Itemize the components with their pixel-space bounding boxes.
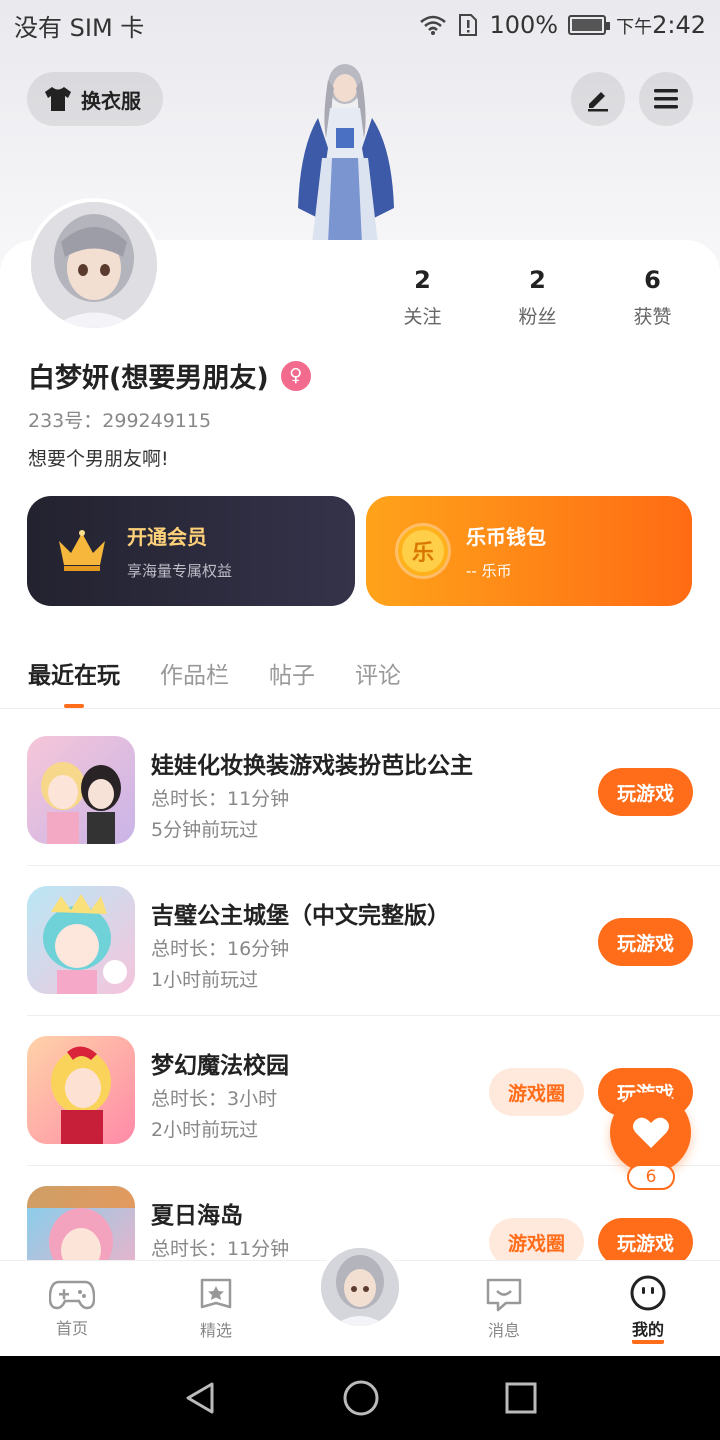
- vip-subtitle: 享海量专属权益: [127, 562, 233, 580]
- recents-square-icon[interactable]: [504, 1381, 538, 1415]
- game-title: 吉璧公主城堡（中文完整版）: [151, 903, 450, 929]
- pencil-icon: [588, 92, 608, 112]
- heart-icon: [632, 1117, 669, 1148]
- game-last-played: 2小时前玩过: [151, 1119, 259, 1141]
- stat-following-label: 关注: [403, 306, 442, 328]
- nav-avatar-image: [321, 1248, 399, 1326]
- game-duration: 总时长：11分钟: [151, 788, 290, 810]
- stat-followers-label: 粉丝: [518, 306, 557, 328]
- clock: 下午2:42: [616, 11, 706, 39]
- game-duration: 总时长：3小时: [151, 1088, 278, 1110]
- play-game-button[interactable]: 玩游戏: [598, 918, 693, 966]
- carrier-text: 没有 SIM 卡: [14, 13, 145, 42]
- wallet-title: 乐币钱包: [466, 525, 546, 549]
- change-outfit-label: 换衣服: [81, 88, 141, 113]
- stat-followers-count: 2: [529, 266, 546, 294]
- tab-divider: [0, 708, 720, 709]
- tab-works[interactable]: 作品栏: [160, 656, 229, 690]
- game-title: 娃娃化妆换装游戏装扮芭比公主: [151, 753, 473, 779]
- battery-percent: 100%: [489, 11, 559, 39]
- clock-time: 2:42: [652, 11, 706, 39]
- stat-following[interactable]: 2 关注: [365, 266, 480, 329]
- gamepad-icon: [49, 1280, 95, 1309]
- game-circle-button[interactable]: 游戏圈: [489, 1068, 584, 1116]
- game-thumbnail: [27, 1036, 135, 1144]
- female-icon: ♀: [280, 360, 311, 391]
- home-circle-icon[interactable]: [342, 1379, 380, 1417]
- list-item[interactable]: 吉璧公主城堡（中文完整版） 总时长：16分钟 1小时前玩过 玩游戏: [27, 866, 720, 1016]
- vip-text: 开通会员 享海量专属权益: [127, 521, 232, 581]
- profile-avatar[interactable]: [27, 198, 161, 332]
- change-outfit-button[interactable]: 换衣服: [27, 72, 163, 126]
- like-floating-button[interactable]: [610, 1092, 691, 1173]
- crown-icon: [59, 530, 105, 571]
- smiley-icon: [630, 1275, 666, 1310]
- tab-recent-played[interactable]: 最近在玩: [28, 656, 120, 690]
- character-figure[interactable]: [270, 58, 420, 244]
- game-duration: 总时长：16分钟: [151, 938, 290, 960]
- tab-comments[interactable]: 评论: [355, 656, 401, 690]
- avatar-image: [31, 202, 157, 328]
- wallet-text: 乐币钱包 -- 乐币: [466, 521, 546, 581]
- profile-name: 白梦妍(想要男朋友): [28, 363, 269, 394]
- vip-title: 开通会员: [127, 525, 207, 549]
- game-thumbnail: [27, 886, 135, 994]
- screen: 没有 SIM 卡 100% 下午2:42 换衣服 2 关注 2 粉丝 6 获赞 …: [0, 0, 720, 1440]
- status-icons: 100% 下午2:42: [419, 11, 706, 39]
- nav-featured-label: 精选: [199, 1320, 232, 1340]
- sim-alert-icon: [459, 14, 478, 36]
- play-game-button[interactable]: 玩游戏: [598, 1218, 693, 1266]
- coin-icon: 乐: [398, 526, 448, 576]
- star-bookmark-icon: [200, 1278, 232, 1308]
- battery-icon: [568, 15, 611, 35]
- nav-messages-label: 消息: [487, 1320, 520, 1340]
- nav-avatar-button[interactable]: [317, 1244, 403, 1330]
- profile-stats: 2 关注 2 粉丝 6 获赞: [365, 266, 710, 329]
- game-title: 梦幻魔法校园: [151, 1053, 289, 1079]
- edit-profile-button[interactable]: [571, 72, 625, 126]
- game-title: 夏日海岛: [151, 1203, 243, 1229]
- tab-posts[interactable]: 帖子: [269, 656, 315, 690]
- game-thumbnail: [27, 736, 135, 844]
- vip-membership-card[interactable]: 开通会员 享海量专属权益: [27, 496, 355, 606]
- recent-games-list: 娃娃化妆换装游戏装扮芭比公主 总时长：11分钟 5分钟前玩过 玩游戏 吉璧公主城…: [0, 716, 720, 1316]
- stat-likes-label: 获赞: [633, 306, 672, 328]
- nav-me[interactable]: 我的: [576, 1261, 720, 1356]
- wallet-subtitle: -- 乐币: [466, 562, 512, 580]
- play-game-button[interactable]: 玩游戏: [598, 768, 693, 816]
- nav-messages[interactable]: 消息: [432, 1261, 576, 1356]
- hamburger-icon: [654, 89, 678, 109]
- like-count-badge: 6: [627, 1164, 675, 1190]
- profile-uid: 233号：299249115: [28, 410, 212, 432]
- nav-me-label: 我的: [631, 1316, 664, 1344]
- content-tabs: 最近在玩 作品栏 帖子 评论: [28, 656, 401, 690]
- wifi-icon: [420, 15, 447, 35]
- wallet-card[interactable]: 乐 乐币钱包 -- 乐币: [366, 496, 692, 606]
- tshirt-icon: [45, 87, 71, 111]
- nav-home-label: 首页: [55, 1318, 88, 1338]
- game-last-played: 5分钟前玩过: [151, 819, 259, 841]
- list-item[interactable]: 娃娃化妆换装游戏装扮芭比公主 总时长：11分钟 5分钟前玩过 玩游戏: [27, 716, 720, 866]
- game-duration: 总时长：11分钟: [151, 1238, 290, 1260]
- game-circle-button[interactable]: 游戏圈: [489, 1218, 584, 1266]
- stat-followers[interactable]: 2 粉丝: [480, 266, 595, 329]
- nav-featured[interactable]: 精选: [144, 1261, 288, 1356]
- chat-icon: [486, 1278, 522, 1311]
- system-nav-bar: [0, 1356, 720, 1440]
- stat-following-count: 2: [414, 266, 431, 294]
- game-last-played: 1小时前玩过: [151, 969, 259, 991]
- nav-home[interactable]: 首页: [0, 1261, 144, 1356]
- profile-bio: 想要个男朋友啊!: [28, 448, 169, 470]
- menu-button[interactable]: [639, 72, 693, 126]
- stat-likes-count: 6: [644, 266, 661, 294]
- back-icon[interactable]: [182, 1380, 218, 1416]
- status-bar: 没有 SIM 卡 100% 下午2:42: [0, 0, 720, 50]
- stat-likes[interactable]: 6 获赞: [595, 266, 710, 329]
- name-row: 白梦妍(想要男朋友) ♀: [28, 356, 311, 395]
- clock-prefix: 下午: [616, 17, 653, 38]
